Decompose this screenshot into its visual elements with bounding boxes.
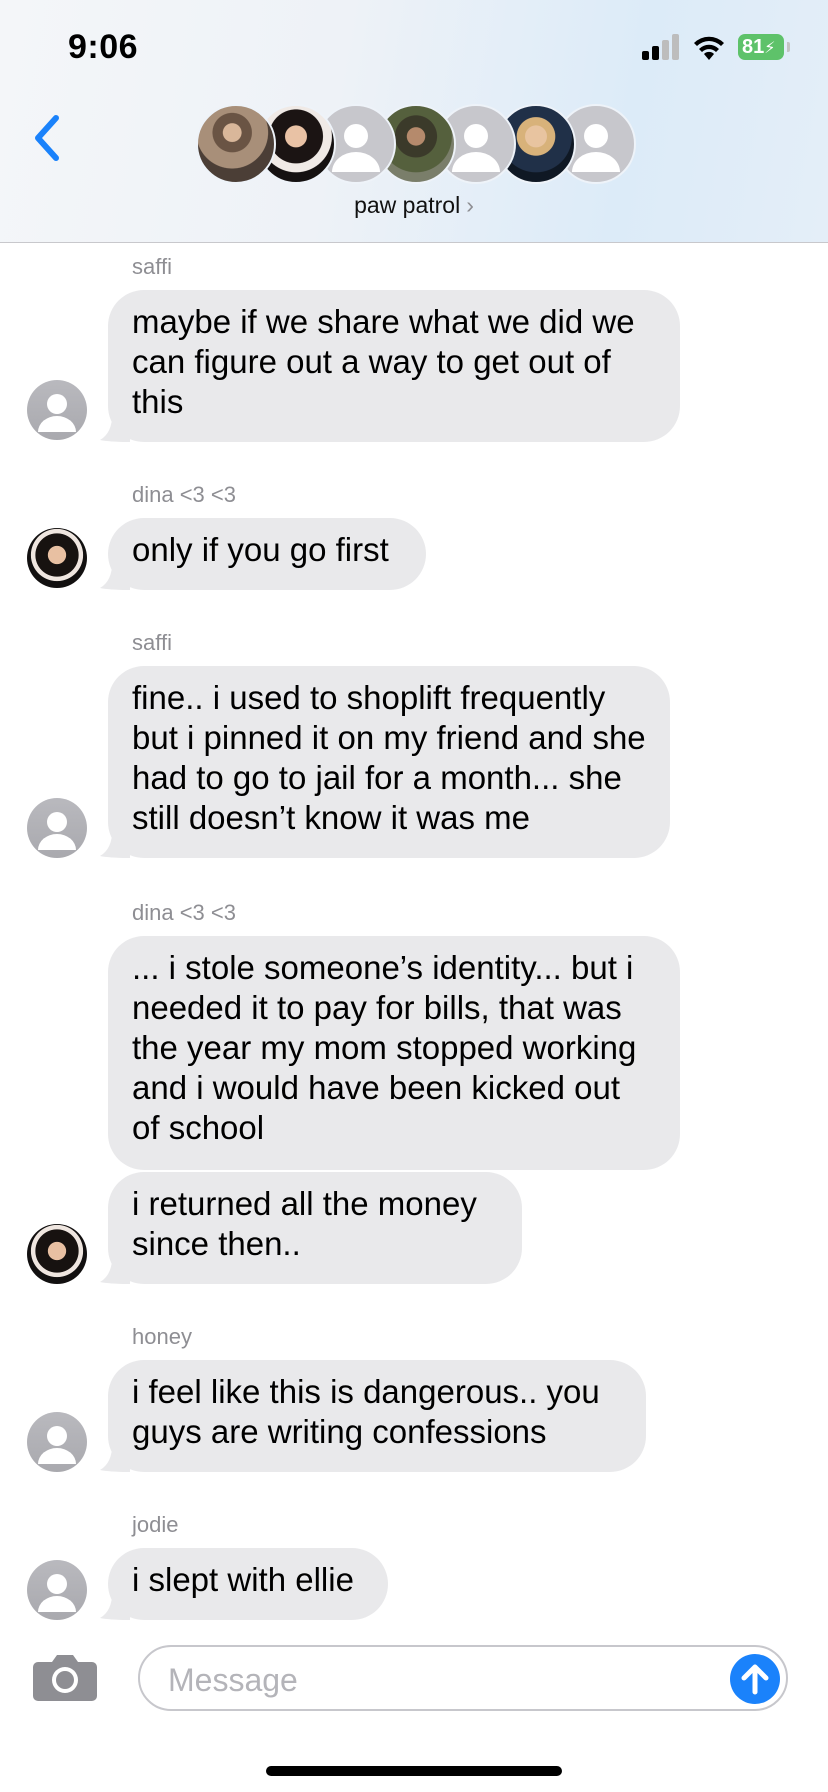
- avatar: [27, 380, 87, 440]
- sender-name: dina <3 <3: [132, 482, 236, 507]
- avatar: [27, 528, 87, 588]
- group-avatars[interactable]: [196, 104, 636, 184]
- status-time: 9:06: [68, 28, 139, 66]
- camera-icon: [33, 1655, 97, 1701]
- avatar: [27, 1412, 87, 1472]
- member-avatar: [196, 104, 276, 184]
- sender-name: honey: [132, 1324, 192, 1349]
- wifi-icon: [694, 36, 724, 60]
- status-icons: 81⚡: [642, 34, 792, 64]
- bubble-tail: [100, 556, 130, 590]
- message-field[interactable]: [138, 1645, 788, 1711]
- sender-name: jodie: [132, 1512, 179, 1537]
- home-indicator[interactable]: [266, 1766, 562, 1776]
- battery-level: 81: [742, 36, 765, 58]
- bubble-tail: [100, 408, 130, 442]
- message-bubble[interactable]: maybe if we share what we did we can fig…: [108, 290, 680, 442]
- battery-indicator: 81⚡: [738, 34, 784, 60]
- camera-button[interactable]: [32, 1652, 98, 1702]
- message-bubble[interactable]: fine.. i used to shoplift frequently but…: [108, 666, 670, 858]
- avatar: [27, 798, 87, 858]
- sender-name: saffi: [132, 630, 172, 655]
- avatar: [27, 1560, 87, 1620]
- charging-bolt-icon: ⚡: [764, 40, 776, 57]
- send-arrow-icon: [741, 1664, 769, 1695]
- group-name: paw patrol: [354, 192, 461, 218]
- battery-tip: [787, 42, 790, 52]
- message-bubble[interactable]: i slept with ellie: [108, 1548, 388, 1620]
- avatar: [27, 1224, 87, 1284]
- sender-name: saffi: [132, 254, 172, 279]
- bubble-tail: [100, 1586, 130, 1620]
- bubble-tail: [100, 1438, 130, 1472]
- bubble-tail: [100, 824, 130, 858]
- message-bubble[interactable]: i feel like this is dangerous.. you guys…: [108, 1360, 646, 1472]
- back-chevron-icon: [35, 115, 59, 161]
- bubble-tail: [100, 1250, 130, 1284]
- chevron-right-icon: ›: [466, 192, 474, 218]
- message-bubble[interactable]: ... i stole someone’s identity... but i …: [108, 936, 680, 1170]
- message-bubble[interactable]: i returned all the money since then..: [108, 1172, 522, 1284]
- sender-name: dina <3 <3: [132, 900, 236, 925]
- signal-icon: [642, 34, 682, 62]
- message-bubble[interactable]: only if you go first: [108, 518, 426, 590]
- group-name-button[interactable]: paw patrol ›: [0, 192, 828, 219]
- message-input[interactable]: [166, 1657, 690, 1703]
- conversation-header: 9:06 81⚡ paw patrol ›: [0, 0, 828, 243]
- back-button[interactable]: [28, 110, 68, 166]
- send-button[interactable]: [730, 1654, 780, 1704]
